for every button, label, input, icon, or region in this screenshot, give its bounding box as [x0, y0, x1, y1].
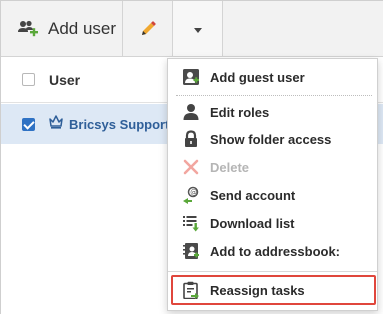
app-window: Add user User Bricsys Support Add guest …: [0, 0, 383, 314]
send-account-icon: @: [182, 186, 200, 204]
menu-item-reassign-tasks[interactable]: Reassign tasks: [168, 276, 377, 304]
pencil-icon: [139, 20, 157, 38]
menu-item-send-account[interactable]: @ Send account: [168, 181, 377, 209]
menu-item-add-guest-user[interactable]: Add guest user: [168, 63, 377, 91]
menu-item-label: Add guest user: [210, 69, 305, 85]
menu-divider: [176, 95, 372, 96]
add-user-icon: [17, 20, 39, 38]
more-actions-button[interactable]: [173, 1, 223, 56]
menu-item-edit-roles[interactable]: Edit roles: [168, 98, 377, 126]
lock-icon: [182, 130, 200, 148]
toolbar: Add user: [1, 1, 383, 57]
select-all-checkbox[interactable]: [22, 73, 35, 86]
menu-item-label: Download list: [210, 215, 295, 231]
menu-item-download-list[interactable]: Download list: [168, 209, 377, 237]
menu-item-label: Delete: [210, 159, 250, 175]
menu-item-label: Reassign tasks: [210, 282, 305, 298]
menu-item-add-to-addressbook[interactable]: Add to addressbook:: [168, 237, 377, 265]
edit-button[interactable]: [123, 1, 173, 56]
add-user-label: Add user: [48, 18, 117, 38]
user-name[interactable]: Bricsys Support: [69, 117, 169, 132]
user-column-header[interactable]: User: [49, 72, 80, 88]
caret-down-icon: [193, 28, 202, 33]
x-icon: [182, 158, 200, 176]
menu-divider: [168, 271, 377, 272]
actions-dropdown-menu: Add guest user Edit roles Show folder ac…: [167, 58, 378, 311]
add-user-button[interactable]: Add user: [1, 1, 123, 56]
menu-item-label: Add to addressbook:: [210, 243, 341, 259]
guest-user-icon: [182, 68, 200, 86]
row-checkbox[interactable]: [22, 117, 35, 131]
svg-text:@: @: [190, 189, 197, 197]
menu-item-label: Show folder access: [210, 131, 332, 147]
crown-icon: [48, 114, 64, 135]
menu-item-label: Edit roles: [210, 104, 270, 120]
menu-item-show-folder-access[interactable]: Show folder access: [168, 125, 377, 153]
person-icon: [182, 103, 200, 121]
menu-item-delete[interactable]: Delete: [168, 153, 377, 181]
menu-item-label: Send account: [210, 187, 296, 203]
download-list-icon: [182, 214, 200, 232]
reassign-tasks-icon: [182, 281, 200, 299]
addressbook-icon: [182, 242, 200, 260]
